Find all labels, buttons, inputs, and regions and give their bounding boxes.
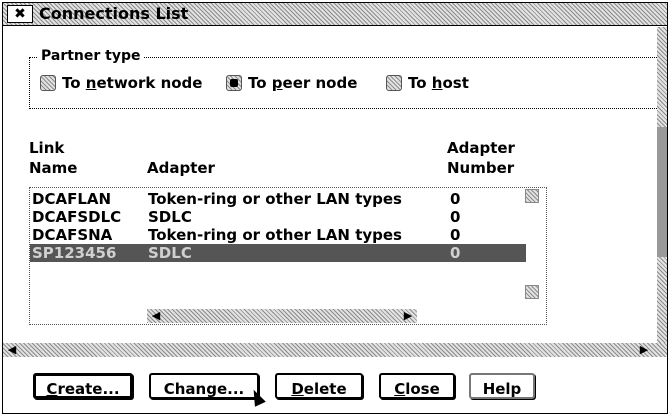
cell-link-name: DCAFSNA xyxy=(32,226,113,244)
table-row[interactable]: DCAFSNA Token-ring or other LAN types 0 xyxy=(30,226,526,244)
scroll-left-icon[interactable]: ◀ xyxy=(147,309,165,323)
mouse-pointer-icon xyxy=(248,387,266,407)
title-bar[interactable]: ✖ Connections List xyxy=(3,3,667,26)
partner-type-group: Partner type To network node To peer nod… xyxy=(29,47,661,109)
window-title: Connections List xyxy=(39,4,189,23)
cell-adapter-number: 0 xyxy=(450,244,461,262)
listbox-horizontal-scrollbar[interactable]: ◀ ▶ xyxy=(147,309,417,323)
help-button[interactable]: Help xyxy=(469,373,535,399)
cell-adapter: Token-ring or other LAN types xyxy=(148,190,402,208)
scroll-down-icon[interactable] xyxy=(525,285,539,299)
cell-adapter: SDLC xyxy=(148,208,192,226)
radio-to-host[interactable]: To host xyxy=(386,74,469,92)
table-row[interactable]: DCAFLAN Token-ring or other LAN types 0 xyxy=(30,190,526,208)
window-horizontal-scrollbar[interactable]: ◀ ▶ xyxy=(3,343,667,357)
scroll-up-icon[interactable] xyxy=(525,189,539,203)
radio-label-peer-node: To peer node xyxy=(248,74,358,92)
cell-link-name: DCAFLAN xyxy=(32,190,112,208)
cell-link-name: DCAFSDLC xyxy=(32,208,122,226)
table-row-selected[interactable]: SP123456 SDLC 0 xyxy=(30,244,526,262)
column-header-link-line1: Link xyxy=(29,139,65,157)
create-button[interactable]: Create... xyxy=(33,373,133,399)
window-vertical-scroll-thumb[interactable] xyxy=(657,127,667,257)
cell-adapter-number: 0 xyxy=(450,208,461,226)
cell-adapter: SDLC xyxy=(148,244,192,262)
cell-adapter-number: 0 xyxy=(450,190,461,208)
column-header-adapter-number-line1: Adapter xyxy=(447,139,515,157)
radio-to-peer-node[interactable]: To peer node xyxy=(226,74,357,92)
cell-adapter: Token-ring or other LAN types xyxy=(148,226,402,244)
partner-type-label: Partner type xyxy=(38,47,144,65)
radio-indicator-icon xyxy=(386,75,402,91)
listbox-vertical-scrollbar[interactable] xyxy=(525,189,539,313)
close-button[interactable]: Close xyxy=(379,373,455,399)
radio-indicator-icon xyxy=(40,75,56,91)
connections-listbox[interactable]: DCAFLAN Token-ring or other LAN types 0 … xyxy=(29,187,547,325)
delete-button[interactable]: Delete xyxy=(275,373,363,399)
column-header-adapter-number-line2: Number xyxy=(447,159,515,177)
radio-label-network-node: To network node xyxy=(62,74,203,92)
table-row[interactable]: DCAFSDLC SDLC 0 xyxy=(30,208,526,226)
scroll-right-icon[interactable]: ▶ xyxy=(399,309,417,323)
connections-list-window: ✖ Connections List Partner type To netwo… xyxy=(2,2,668,414)
radio-label-host: To host xyxy=(408,74,469,92)
system-menu-icon[interactable]: ✖ xyxy=(7,5,33,23)
scroll-left-icon[interactable]: ◀ xyxy=(3,343,21,357)
column-header-link-line2: Name xyxy=(29,159,78,177)
change-button[interactable]: Change... xyxy=(149,373,259,399)
radio-selected-icon xyxy=(226,75,242,91)
column-header-adapter: Adapter xyxy=(147,159,215,177)
scroll-right-icon[interactable]: ▶ xyxy=(635,343,653,357)
radio-to-network-node[interactable]: To network node xyxy=(40,74,202,92)
window-vertical-scrollbar[interactable] xyxy=(657,27,667,357)
cell-link-name: SP123456 xyxy=(32,244,117,262)
cell-adapter-number: 0 xyxy=(450,226,461,244)
